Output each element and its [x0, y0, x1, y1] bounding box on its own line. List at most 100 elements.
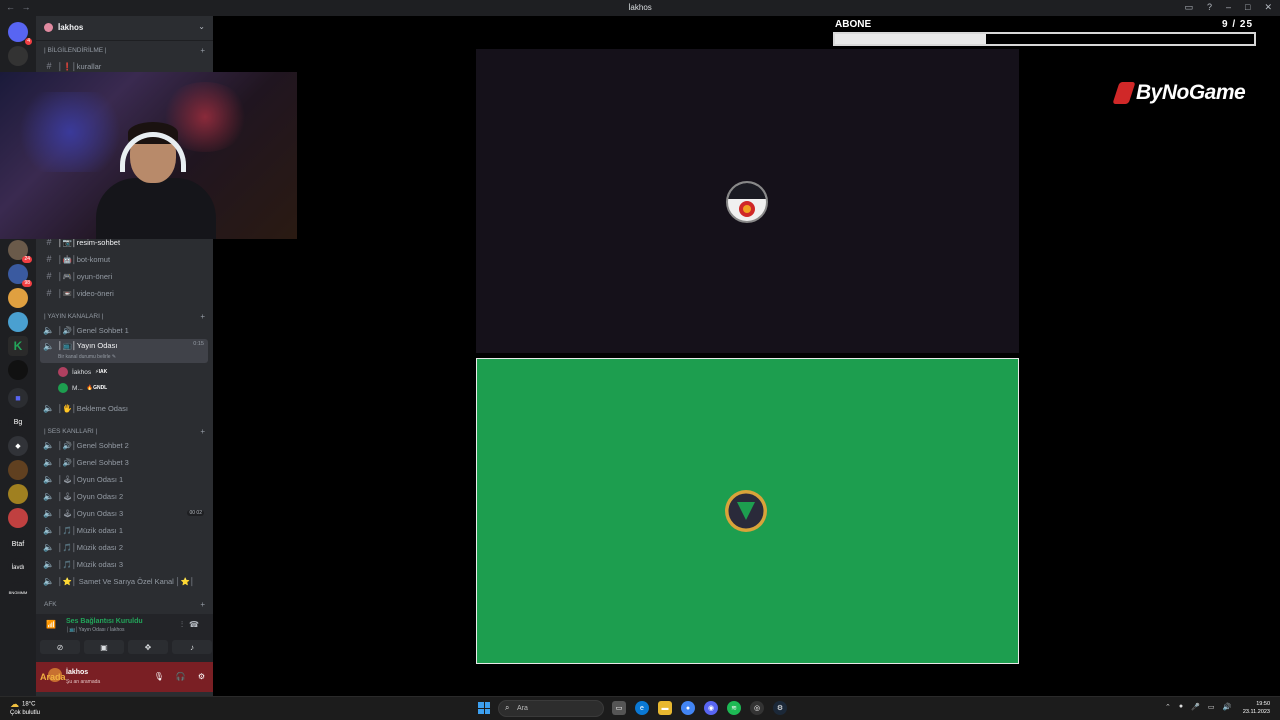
channel-genel-sohbet-3[interactable]: 🔈 │🔊│Genel Sohbet 3 — [40, 454, 208, 470]
speaker-icon: 🔈 — [43, 507, 55, 518]
add-channel-icon[interactable]: + — [200, 427, 205, 436]
channel-ozel-kanal[interactable]: 🔈 │⭐│ Samet Ve Sarıya Özel Kanal │⭐│ — [40, 573, 208, 589]
channel-oyun-odasi-2[interactable]: 🔈 │🕹│Oyun Odası 2 — [40, 488, 208, 504]
channel-muzik-odasi-3[interactable]: 🔈 │🎵│Müzik odası 3 — [40, 556, 208, 572]
server-icon[interactable] — [8, 460, 28, 480]
folder-icon[interactable]: ■ — [8, 388, 28, 408]
screen-share-button[interactable]: ▣ — [84, 640, 124, 654]
task-view-icon[interactable]: ▭ — [612, 701, 626, 715]
user-count-badge: 00 02 — [187, 510, 204, 516]
chevron-up-icon[interactable]: ⌃ — [1165, 703, 1171, 711]
server-icon[interactable] — [8, 484, 28, 504]
speaker-icon: 🔈 — [43, 558, 55, 569]
microphone-icon[interactable]: 🎙 — [154, 672, 164, 681]
discord-icon[interactable]: ◉ — [704, 701, 718, 715]
channel-status-hint[interactable]: Bir kanal durumu belirle ✎ — [58, 354, 116, 360]
activities-button[interactable]: ✥ — [128, 640, 168, 654]
channel-muzik-odasi-1[interactable]: 🔈 │🎵│Müzik odası 1 — [40, 522, 208, 538]
server-header[interactable]: İakhos ⌄ — [36, 16, 213, 41]
channel-oyun-odasi-3[interactable]: 🔈 │🕹│Oyun Odası 3 00 02 — [40, 505, 208, 521]
cloud-icon: ☁ — [10, 699, 19, 709]
speaker-icon: 🔈 — [43, 575, 55, 586]
weather-widget[interactable]: ☁ 18°C Çok bulutlu — [10, 700, 40, 717]
server-icon[interactable] — [8, 288, 28, 308]
tray-app-icon[interactable]: ● — [1179, 703, 1183, 711]
disconnect-icon[interactable]: ☎ — [189, 620, 205, 629]
obs-icon[interactable]: ◎ — [750, 701, 764, 715]
add-channel-icon[interactable]: + — [200, 46, 205, 55]
server-icon[interactable] — [8, 46, 28, 66]
voice-user[interactable]: İakhos ⚡IAK — [58, 367, 107, 377]
participant-avatar — [725, 490, 767, 532]
stream-watermark: Arada — [40, 672, 66, 682]
speaker-icon: 🔈 — [43, 473, 55, 484]
server-icon[interactable]: ◆ — [8, 436, 28, 456]
taskbar-search[interactable]: ⌕ Ara — [498, 700, 604, 717]
chevron-down-icon[interactable]: ⌄ — [198, 22, 205, 31]
username[interactable]: İakhos — [66, 669, 88, 676]
spotify-icon[interactable]: ≋ — [727, 701, 741, 715]
file-explorer-icon[interactable]: ▬ — [658, 701, 672, 715]
server-icon[interactable]: Btaf — [8, 534, 28, 554]
channel-oyun-odasi-1[interactable]: 🔈 │🕹│Oyun Odası 1 — [40, 471, 208, 487]
channel-genel-sohbet-1[interactable]: 🔈 │🔊│Genel Sohbet 1 — [40, 322, 208, 338]
help-icon[interactable]: ? — [1207, 2, 1212, 13]
window-title: İakhos — [628, 3, 652, 12]
avatar — [58, 383, 68, 393]
inbox-icon[interactable]: ▭ — [1184, 2, 1193, 13]
channel-bot-komut[interactable]: # │🤖│bot-komut — [40, 251, 208, 267]
maximize-button[interactable]: □ — [1245, 2, 1250, 13]
category-afk[interactable]: AFK — [44, 601, 57, 608]
signal-icon[interactable]: 📶 — [46, 620, 56, 629]
add-channel-icon[interactable]: + — [200, 312, 205, 321]
noise-suppression-icon[interactable]: ⫶ — [181, 620, 189, 629]
tray-mic-icon[interactable]: 🎤 — [1191, 703, 1200, 711]
channel-muzik-odasi-2[interactable]: 🔈 │🎵│Müzik odası 2 — [40, 539, 208, 555]
speaker-icon: 🔈 — [43, 524, 55, 535]
category-voice[interactable]: | SES KANLLARI | — [44, 428, 97, 435]
close-button[interactable]: ✕ — [1264, 2, 1272, 13]
channel-bekleme-odasi[interactable]: 🔈 │🖐│Bekleme Odası — [40, 400, 208, 416]
subscriber-goal-fill — [835, 34, 986, 44]
server-icon[interactable]: BNGMMM — [8, 582, 28, 602]
add-channel-icon[interactable]: + — [200, 600, 205, 609]
voice-user[interactable]: M... 🔥GNDL — [58, 383, 107, 393]
voice-channel-path[interactable]: │📺│Yayın Odası / İakhos — [66, 627, 125, 633]
voice-connection-panel: 📶 Ses Bağlantısı Kuruldu │📺│Yayın Odası … — [36, 614, 213, 662]
category-info[interactable]: | BİLGİLENDİRİLME | — [44, 47, 107, 54]
server-icon[interactable]: 98 — [8, 264, 32, 287]
server-icon[interactable] — [8, 312, 28, 332]
category-stream[interactable]: | YAYIN KANALARI | — [44, 313, 103, 320]
volume-icon[interactable]: 🔊 — [1222, 703, 1231, 711]
start-button[interactable] — [478, 702, 490, 714]
subscriber-goal-count: 9 / 25 — [1222, 19, 1254, 30]
edge-icon[interactable]: e — [635, 701, 649, 715]
user-panel: Arada İakhos Şu an aramada 🎙 🎧 ⚙ — [36, 662, 213, 692]
server-icon[interactable] — [8, 360, 28, 380]
channel-oyun-oneri[interactable]: # │🎮│oyun-öneri — [40, 268, 208, 284]
speaker-icon: 🔈 — [43, 324, 55, 335]
text-channel-icon: # — [46, 271, 52, 281]
chrome-icon[interactable]: ● — [681, 701, 695, 715]
server-icon[interactable]: 4 — [8, 22, 32, 45]
server-icon[interactable]: Bg — [8, 412, 28, 432]
channel-genel-sohbet-2[interactable]: 🔈 │🔊│Genel Sohbet 2 — [40, 437, 208, 453]
user-status: Şu an aramada — [66, 679, 101, 685]
camera-button[interactable]: ⊘ — [40, 640, 80, 654]
server-icon[interactable] — [8, 508, 28, 528]
headphones-icon[interactable]: 🎧 — [176, 672, 186, 681]
voice-status[interactable]: Ses Bağlantısı Kuruldu — [66, 618, 143, 625]
clock[interactable]: 19:50 23.11.2023 — [1243, 700, 1270, 716]
server-icon[interactable]: K — [8, 336, 28, 356]
gear-icon[interactable]: ⚙ — [198, 672, 205, 681]
server-icon[interactable]: 24 — [8, 240, 32, 263]
network-icon[interactable]: ▭ — [1208, 703, 1215, 711]
channel-video-oneri[interactable]: # │📼│video-öneri — [40, 285, 208, 301]
speaker-icon: 🔈 — [43, 402, 55, 413]
minimize-button[interactable]: – — [1226, 2, 1231, 13]
soundboard-button[interactable]: ♪ — [172, 640, 212, 654]
subscriber-goal-label: ABONE — [835, 19, 872, 30]
gaming-logo-icon — [725, 490, 767, 532]
server-icon[interactable]: İavdı — [8, 558, 28, 578]
steam-icon[interactable]: ⚙ — [773, 701, 787, 715]
